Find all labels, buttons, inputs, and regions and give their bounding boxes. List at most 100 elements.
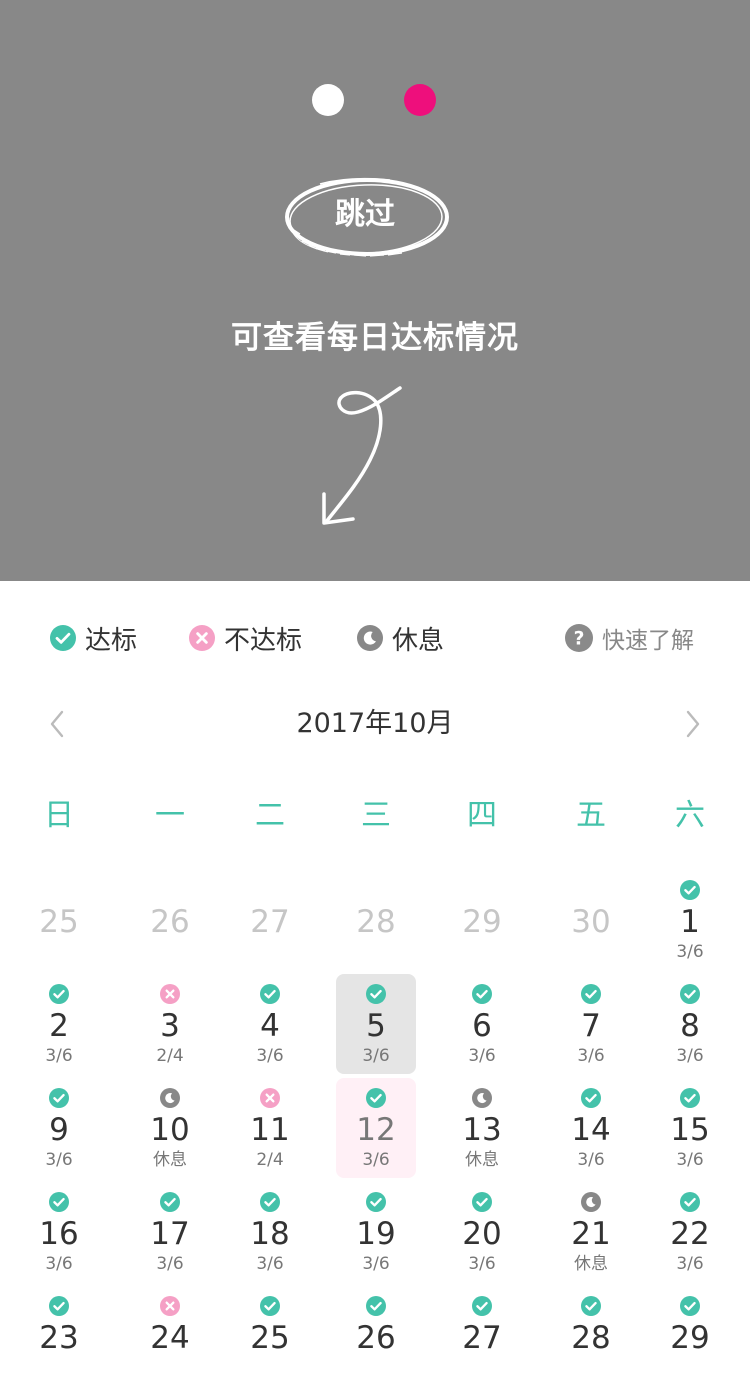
calendar-day-cell[interactable]: 4 3/6 <box>230 974 310 1074</box>
day-progress: 休息 <box>153 1150 187 1170</box>
day-number: 21 <box>571 1216 611 1252</box>
check-circle-icon <box>260 1192 280 1212</box>
calendar-day-cell[interactable]: 17 3/6 <box>130 1182 210 1282</box>
quick-guide-link[interactable]: ? 快速了解 <box>565 612 694 664</box>
x-circle-icon <box>160 1296 180 1316</box>
calendar-day-cell[interactable]: 18 3/6 <box>230 1182 310 1282</box>
check-circle-icon <box>366 1296 386 1316</box>
calendar-day-cell[interactable]: 27 <box>230 870 310 970</box>
calendar-day-cell[interactable]: 22 3/6 <box>650 1182 730 1282</box>
calendar-day-cell[interactable]: 26 <box>130 870 210 970</box>
day-number: 5 <box>366 1008 386 1044</box>
day-progress: 3/6 <box>256 1046 284 1066</box>
skip-button[interactable]: 跳过 <box>280 172 456 264</box>
legend-bar: 达标 不达标 休息 ? 快速了解 <box>0 612 750 664</box>
svg-text:?: ? <box>574 628 585 649</box>
calendar-day-cell[interactable]: 9 3/6 <box>19 1078 99 1178</box>
day-number: 23 <box>39 1320 79 1356</box>
calendar-day-cell[interactable]: 28 <box>336 870 416 970</box>
calendar-day-cell[interactable]: 19 3/6 <box>336 1182 416 1282</box>
day-progress: 2/4 <box>156 1046 184 1066</box>
day-progress: 3/6 <box>577 1046 605 1066</box>
day-number: 14 <box>571 1112 611 1148</box>
calendar-day-cell[interactable]: 30 <box>551 870 631 970</box>
next-month-button[interactable] <box>678 706 708 742</box>
moon-icon <box>581 1192 601 1212</box>
day-progress: 3/6 <box>45 1254 73 1274</box>
curly-arrow-icon <box>322 386 402 525</box>
check-circle-icon <box>472 1192 492 1212</box>
legend-label-fail: 不达标 <box>224 625 303 656</box>
calendar-day-cell[interactable]: 10 休息 <box>130 1078 210 1178</box>
legend-label-pass: 达标 <box>85 625 138 656</box>
calendar-day-cell[interactable]: 28 <box>551 1286 631 1386</box>
calendar-day-cell[interactable]: 3 2/4 <box>130 974 210 1074</box>
day-number: 22 <box>670 1216 710 1252</box>
check-circle-icon <box>581 1296 601 1316</box>
day-number: 28 <box>356 904 396 940</box>
check-circle-icon <box>472 1296 492 1316</box>
x-circle-icon <box>189 625 215 651</box>
calendar-day-cell[interactable]: 23 <box>19 1286 99 1386</box>
calendar-day-cell[interactable]: 2 3/6 <box>19 974 99 1074</box>
skip-label: 跳过 <box>335 197 395 232</box>
calendar-day-cell[interactable]: 16 3/6 <box>19 1182 99 1282</box>
check-circle-icon <box>581 984 601 1004</box>
day-number: 4 <box>260 1008 280 1044</box>
check-circle-icon <box>581 1088 601 1108</box>
moon-icon <box>160 1088 180 1108</box>
calendar-day-cell[interactable]: 11 2/4 <box>230 1078 310 1178</box>
day-number: 7 <box>581 1008 601 1044</box>
calendar-day-cell[interactable]: 21 休息 <box>551 1182 631 1282</box>
check-circle-icon <box>49 1192 69 1212</box>
day-number: 16 <box>39 1216 79 1252</box>
calendar-day-cell[interactable]: 27 <box>442 1286 522 1386</box>
calendar-day-cell[interactable]: 7 3/6 <box>551 974 631 1074</box>
legend-item-rest: 休息 <box>357 612 444 664</box>
calendar-day-cell[interactable]: 13 休息 <box>442 1078 522 1178</box>
calendar-day-cell[interactable]: 29 <box>650 1286 730 1386</box>
calendar-day-cell[interactable]: 25 <box>19 870 99 970</box>
day-number: 2 <box>49 1008 69 1044</box>
moon-icon <box>472 1088 492 1108</box>
check-circle-icon <box>260 1296 280 1316</box>
check-circle-icon <box>680 880 700 900</box>
day-progress: 3/6 <box>676 1150 704 1170</box>
calendar-day-cell[interactable]: 8 3/6 <box>650 974 730 1074</box>
day-progress: 3/6 <box>256 1254 284 1274</box>
check-circle-icon <box>160 1192 180 1212</box>
day-progress: 3/6 <box>676 942 704 962</box>
weekday-header: 日 一 二 三 四 五 六 <box>0 790 750 840</box>
calendar-day-cell[interactable]: 15 3/6 <box>650 1078 730 1178</box>
calendar-day-cell[interactable]: 24 <box>130 1286 210 1386</box>
day-progress: 3/6 <box>362 1046 390 1066</box>
calendar-day-cell[interactable]: 26 <box>336 1286 416 1386</box>
calendar-day-cell[interactable]: 29 <box>442 870 522 970</box>
day-progress: 2/4 <box>256 1150 284 1170</box>
calendar-day-cell[interactable]: 25 <box>230 1286 310 1386</box>
calendar-day-cell[interactable]: 1 3/6 <box>650 870 730 970</box>
chevron-right-icon <box>686 710 700 738</box>
day-progress: 3/6 <box>362 1150 390 1170</box>
day-number: 12 <box>356 1112 396 1148</box>
calendar-day-cell[interactable]: 6 3/6 <box>442 974 522 1074</box>
day-progress: 3/6 <box>577 1150 605 1170</box>
day-number: 29 <box>670 1320 710 1356</box>
day-number: 1 <box>680 904 700 940</box>
calendar-day-cell[interactable]: 20 3/6 <box>442 1182 522 1282</box>
check-circle-icon <box>680 1296 700 1316</box>
day-number: 19 <box>356 1216 396 1252</box>
guide-overlay: 跳过 可查看每日达标情况 <box>0 0 750 581</box>
day-number: 6 <box>472 1008 492 1044</box>
day-number: 27 <box>250 904 290 940</box>
day-progress: 休息 <box>465 1150 499 1170</box>
page-dot-inactive <box>312 84 344 116</box>
day-number: 15 <box>670 1112 710 1148</box>
calendar-day-cell[interactable]: 14 3/6 <box>551 1078 631 1178</box>
calendar-day-cell[interactable]: 5 3/6 <box>336 974 416 1074</box>
day-progress: 3/6 <box>156 1254 184 1274</box>
weekday-tue: 二 <box>255 798 285 833</box>
calendar-day-cell[interactable]: 12 3/6 <box>336 1078 416 1178</box>
day-progress: 3/6 <box>676 1254 704 1274</box>
check-circle-icon <box>50 625 76 651</box>
